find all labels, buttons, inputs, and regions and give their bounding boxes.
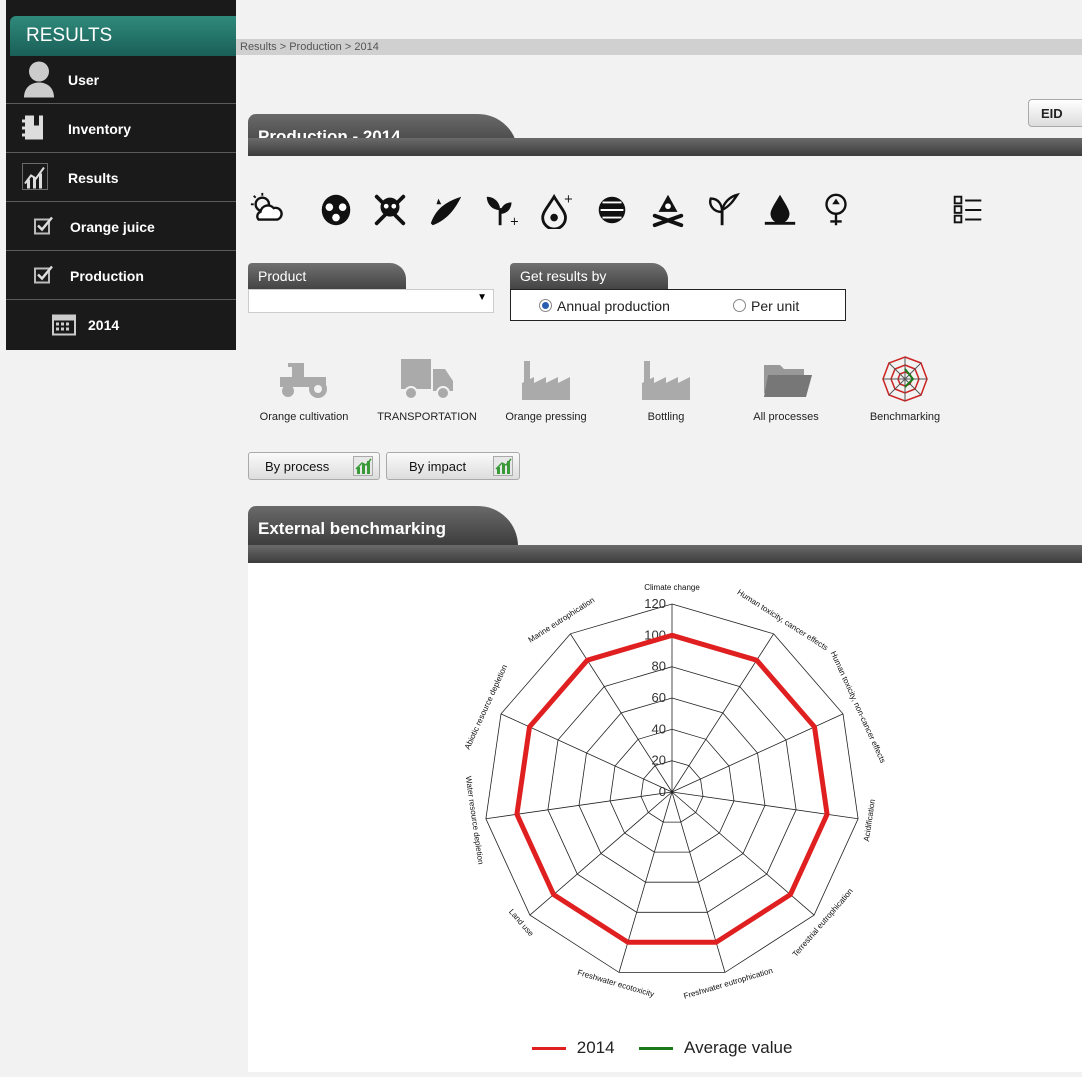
process-bottling[interactable]: Bottling xyxy=(608,355,724,423)
calendar-icon xyxy=(52,312,76,339)
legend-label-average: Average value xyxy=(684,1038,793,1057)
checklist-icon[interactable] xyxy=(948,190,988,230)
toxicity-skull-icon[interactable] xyxy=(370,190,410,230)
checkbox-icon xyxy=(34,215,54,238)
process-orange-cultivation[interactable]: Orange cultivation xyxy=(246,355,362,423)
radar-tick-label: 60 xyxy=(652,690,666,705)
product-select[interactable]: ▼ xyxy=(248,289,494,313)
user-icon xyxy=(22,59,56,100)
process-transportation[interactable]: TRANSPORTATION xyxy=(368,355,486,423)
by-process-button[interactable]: By process xyxy=(248,452,380,480)
radar-tick-label: 0 xyxy=(659,784,666,799)
results-chart-icon xyxy=(21,162,49,192)
sidebar-item-orange-juice[interactable]: Orange juice xyxy=(6,203,236,251)
product-tab: Product xyxy=(248,263,406,289)
breadcrumb: Results > Production > 2014 xyxy=(236,39,1082,55)
chart-icon xyxy=(493,456,513,476)
per-unit-label: Per unit xyxy=(751,298,800,314)
tractor-icon xyxy=(246,355,362,403)
per-unit-radio[interactable] xyxy=(733,299,746,312)
sidebar-item-label: Results xyxy=(68,169,119,186)
get-results-by-tab: Get results by xyxy=(510,263,668,289)
water-drop-icon[interactable]: + xyxy=(536,190,576,230)
legend-swatch-average xyxy=(639,1047,674,1051)
radar-category-label: Acidification xyxy=(862,799,877,843)
by-impact-button[interactable]: By impact xyxy=(386,452,520,480)
folder-icon xyxy=(728,355,844,403)
radar-spoke xyxy=(529,791,673,916)
radar-category-label: Human toxicity, cancer effects xyxy=(736,588,830,653)
radar-spoke xyxy=(671,791,815,916)
ozone-mask-icon[interactable] xyxy=(316,190,356,230)
factory-icon xyxy=(488,355,604,403)
sidebar-item-user[interactable]: User xyxy=(6,56,236,104)
process-orange-pressing[interactable]: Orange pressing xyxy=(488,355,604,423)
chart-icon xyxy=(353,456,373,476)
legend: 2014 Average value xyxy=(532,1038,792,1058)
land-use-plant-icon[interactable] xyxy=(704,190,744,230)
legend-swatch-2014 xyxy=(532,1047,566,1051)
svg-text:+: + xyxy=(510,214,520,228)
svg-text:+: + xyxy=(564,191,574,205)
factory-icon xyxy=(608,355,724,403)
sidebar-item-label: Production xyxy=(70,267,144,284)
radar-category-label: Freshwater eutrophication xyxy=(683,966,774,1001)
radar-tick-label: 40 xyxy=(652,721,666,736)
radar-tick-label: 20 xyxy=(652,753,666,768)
sidebar-item-label: 2014 xyxy=(88,317,120,333)
annual-production-radio[interactable] xyxy=(539,299,552,312)
radar-category-label: Marine eutrophication xyxy=(527,595,597,644)
radar-category-label: Terrestrial eutrophication xyxy=(791,887,855,959)
chevron-down-icon: ▼ xyxy=(477,292,487,303)
resource-depletion-icon[interactable] xyxy=(816,190,856,230)
sidebar-item-label: Orange juice xyxy=(70,218,155,235)
radar-spoke xyxy=(671,791,859,820)
legend-label-2014: 2014 xyxy=(576,1038,615,1057)
radar-spoke xyxy=(485,791,673,820)
section-divider xyxy=(248,138,1082,156)
inventory-icon xyxy=(22,113,48,144)
acidification-icon[interactable] xyxy=(426,190,466,230)
radar-category-label: Climate change xyxy=(644,583,700,592)
annual-production-label: Annual production xyxy=(557,298,670,314)
climate-change-icon[interactable] xyxy=(248,190,288,230)
process-all-processes[interactable]: All processes xyxy=(728,355,844,423)
radar-chart-icon xyxy=(846,355,964,403)
main-content: Results > Production > 2014 EID Producti… xyxy=(236,0,1082,1072)
benchmark-chart-panel: 0 20 40 60 80 100 120 Climate change Human toxic… xyxy=(248,563,1082,1072)
benchmark-title: External benchmarking xyxy=(248,506,518,546)
radar-category-label: Water resource depletion xyxy=(464,776,486,865)
section-divider xyxy=(248,545,1082,563)
process-benchmarking[interactable]: Benchmarking xyxy=(846,355,964,423)
radar-spoke xyxy=(570,633,673,793)
sidebar-header: RESULTS xyxy=(10,16,236,56)
sidebar-item-label: Inventory xyxy=(68,120,132,137)
checkbox-icon xyxy=(34,264,54,287)
sidebar-item-label: User xyxy=(68,71,100,88)
particulate-icon[interactable] xyxy=(592,190,632,230)
truck-icon xyxy=(368,355,486,403)
water-resource-icon[interactable] xyxy=(760,190,800,230)
sidebar-item-production[interactable]: Production xyxy=(6,252,236,300)
radar-spoke xyxy=(671,633,774,793)
sidebar-item-inventory[interactable]: Inventory xyxy=(6,105,236,153)
eutrophication-plant-icon[interactable]: + xyxy=(482,190,522,230)
radar-chart: 020406080100120Climate changeHuman toxic… xyxy=(463,583,888,1001)
eid-button[interactable]: EID xyxy=(1028,99,1082,127)
radar-tick-label: 80 xyxy=(652,659,666,674)
results-by-radio-group: Annual production Per unit xyxy=(510,289,846,321)
sidebar-item-results[interactable]: Results xyxy=(6,154,236,202)
radar-category-label: Land use xyxy=(507,907,536,938)
radar-category-label: Abiotic resource depletion xyxy=(463,663,509,751)
radar-tick-label: 120 xyxy=(644,596,666,611)
sidebar-item-2014[interactable]: 2014 xyxy=(6,301,236,349)
ecotoxicity-skull-icon[interactable] xyxy=(648,190,688,230)
